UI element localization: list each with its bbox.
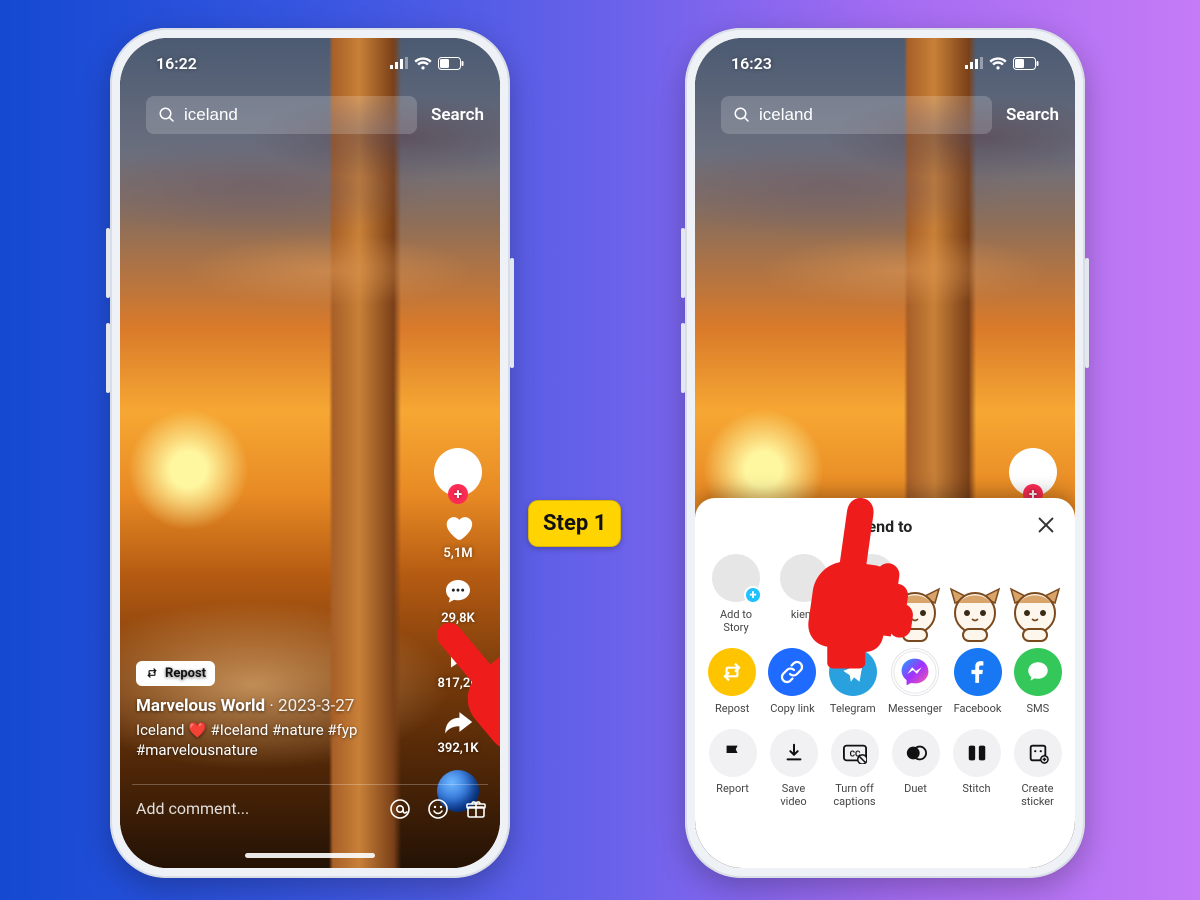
share-action-label: Report [716, 783, 749, 796]
share-action-download[interactable]: Save video [768, 729, 819, 808]
share-actions-row: Report Save video CC Turn off captions Duet S… [707, 729, 1063, 808]
kitten-sticker [1005, 583, 1065, 643]
share-action-label: Create sticker [1012, 783, 1063, 808]
duet-icon [892, 729, 940, 777]
search-input[interactable] [759, 105, 980, 125]
kitten-sticker [945, 583, 1005, 643]
search-button[interactable]: Search [427, 105, 488, 125]
repost-chip[interactable]: Repost [136, 661, 215, 686]
share-action-flag[interactable]: Report [707, 729, 758, 808]
share-app-facebook[interactable]: Facebook [952, 648, 1002, 715]
contact-avatar: + [712, 554, 760, 602]
sms-icon [1014, 648, 1062, 696]
author-avatar[interactable]: + [434, 448, 482, 496]
clock-text: 16:22 [156, 54, 197, 73]
flag-icon [709, 729, 757, 777]
share-app-label: SMS [1027, 702, 1050, 715]
battery-icon [1013, 57, 1039, 70]
search-button[interactable]: Search [1002, 105, 1063, 125]
post-date: · [269, 696, 278, 716]
share-action-label: Save video [768, 783, 819, 808]
share-app-label: Copy link [770, 702, 814, 715]
status-bar: 16:22 [120, 38, 500, 88]
post-date-value: 2023-3-27 [278, 696, 354, 716]
top-search-row: Search [695, 92, 1075, 138]
share-action-stitch[interactable]: Stitch [951, 729, 1002, 808]
share-app-label: Telegram [830, 702, 876, 715]
facebook-icon [954, 648, 1002, 696]
share-action-sticker[interactable]: Create sticker [1012, 729, 1063, 808]
phone-right-screen: 16:23 Search + [695, 38, 1075, 868]
phone-power-button [510, 258, 514, 368]
wifi-icon [989, 57, 1007, 70]
home-indicator [245, 853, 375, 858]
video-caption: Iceland ❤️ #Iceland #nature #fyp #marvel… [136, 720, 420, 761]
repost-chip-label: Repost [165, 666, 206, 681]
cellular-icon [965, 57, 983, 69]
clock-text: 16:23 [731, 54, 772, 73]
phone-power-button [1085, 258, 1089, 368]
share-app-sms[interactable]: SMS [1013, 648, 1063, 715]
close-icon[interactable] [1035, 514, 1057, 536]
battery-icon [438, 57, 464, 70]
share-app-label: Messenger [888, 702, 942, 715]
search-box[interactable] [721, 96, 992, 134]
wifi-icon [414, 57, 432, 70]
share-action-duet[interactable]: Duet [890, 729, 941, 808]
share-action-label: Duet [904, 783, 927, 796]
share-action-label: Stitch [962, 783, 990, 796]
comment-bar: Add comment... [132, 784, 488, 832]
cellular-icon [390, 57, 408, 69]
heart-icon [441, 510, 475, 544]
share-app-label: Repost [715, 702, 749, 715]
sticker-icon [1014, 729, 1062, 777]
author-avatar[interactable]: + [1009, 448, 1057, 496]
search-box[interactable] [146, 96, 417, 134]
step-label: Step 1 [528, 500, 621, 547]
stitch-icon [953, 729, 1001, 777]
author-name[interactable]: Marvelous World [136, 696, 265, 716]
search-input[interactable] [184, 105, 405, 125]
search-icon [158, 106, 176, 124]
phone-left-frame: 16:22 Search + 5,1M [110, 28, 510, 878]
annotation-hand-copylink [745, 478, 960, 693]
like-count: 5,1M [443, 546, 472, 561]
share-app-label: Facebook [954, 702, 1002, 715]
download-icon [770, 729, 818, 777]
share-action-label: Turn off captions [829, 783, 880, 808]
phone-left-screen: 16:22 Search + 5,1M [120, 38, 500, 868]
cc-off-icon: CC [831, 729, 879, 777]
mention-icon[interactable] [388, 797, 412, 821]
share-action-cc-off[interactable]: CC Turn off captions [829, 729, 880, 808]
like-button[interactable]: 5,1M [441, 510, 475, 561]
emoji-icon[interactable] [426, 797, 450, 821]
phone-right-frame: 16:23 Search + [685, 28, 1085, 878]
status-bar: 16:23 [695, 38, 1075, 88]
top-search-row: Search [120, 92, 500, 138]
search-icon [733, 106, 751, 124]
repost-icon [145, 666, 159, 680]
comment-input[interactable]: Add comment... [132, 799, 374, 818]
follow-plus-icon[interactable]: + [448, 484, 468, 504]
